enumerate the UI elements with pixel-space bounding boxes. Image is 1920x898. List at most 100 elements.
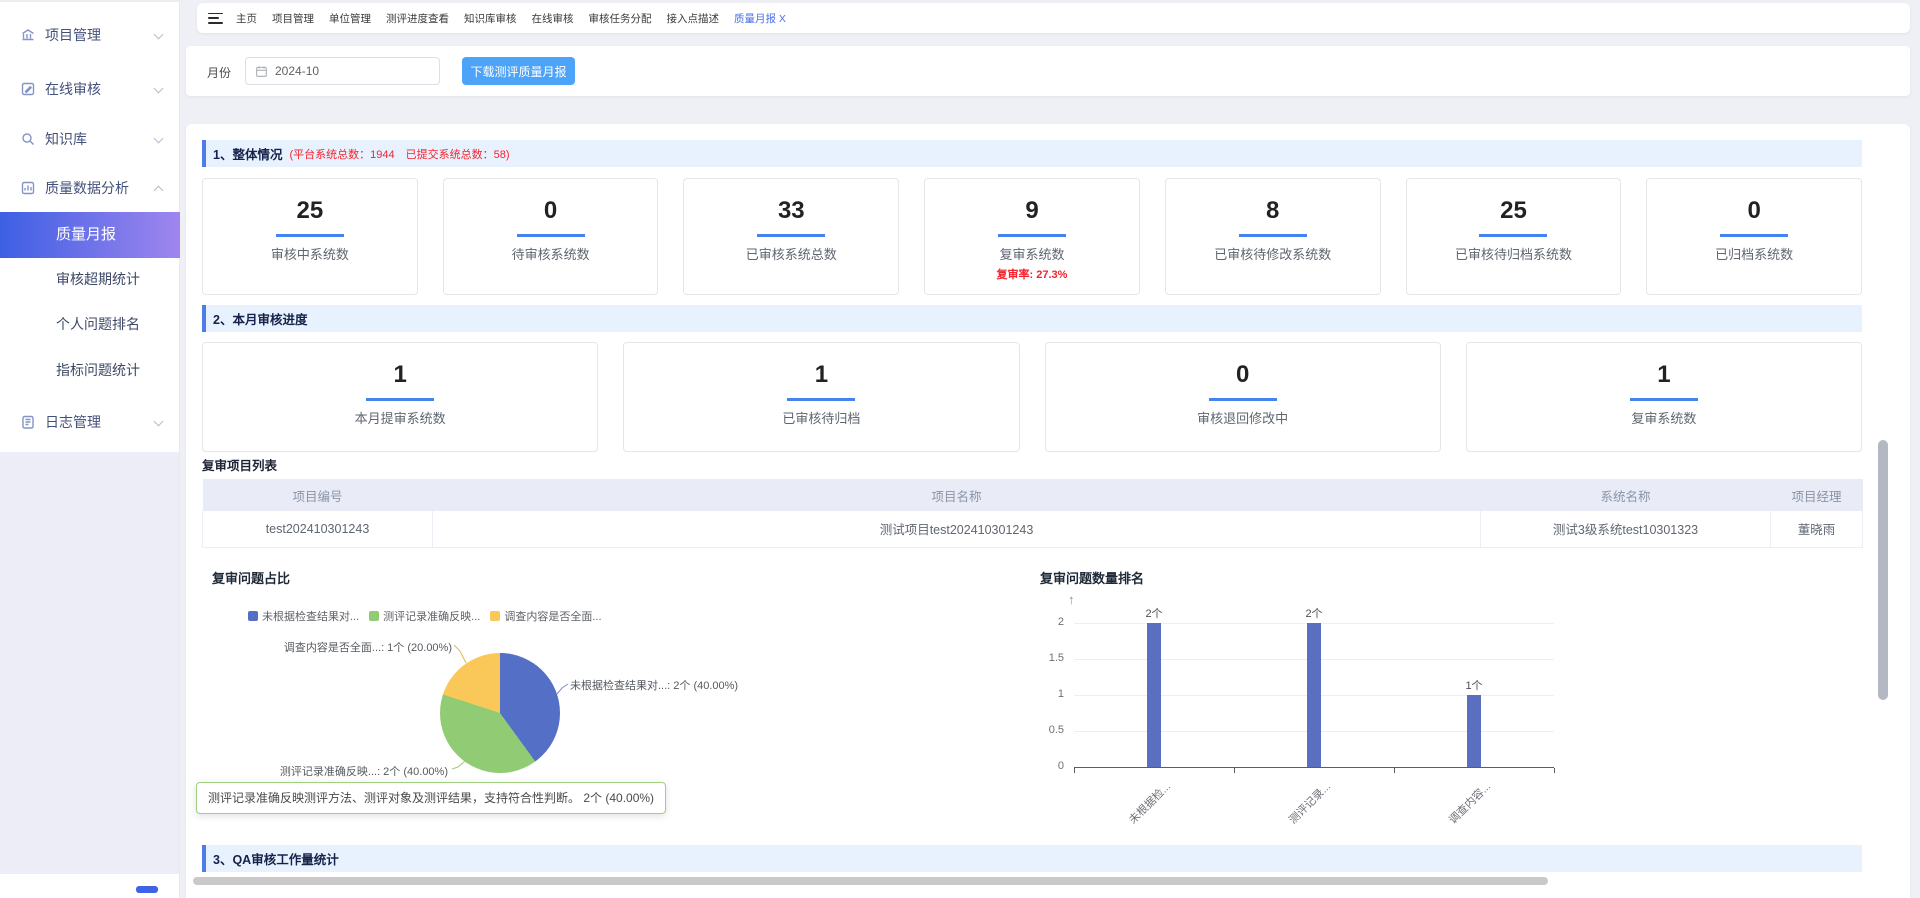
download-report-button[interactable]: 下载测评质量月报 <box>462 57 575 85</box>
legend-swatch <box>248 611 258 621</box>
top-tab-bar: 主页 项目管理 单位管理 测评进度查看 知识库审核 在线审核 审核任务分配 接入… <box>197 3 1910 33</box>
tab-online-review[interactable]: 在线审核 <box>532 11 574 26</box>
sidebar-subitem-quality-monthly-report[interactable]: 质量月报 <box>0 212 180 258</box>
section-1-title: 1、整体情况 <box>213 144 282 163</box>
sidebar-subitem-label: 质量月报 <box>56 226 116 243</box>
horizontal-scrollbar-thumb[interactable] <box>193 877 1548 885</box>
stat-label: 审核退回修改中 <box>1046 411 1440 427</box>
bar-not-per-check[interactable] <box>1147 623 1161 767</box>
month-picker[interactable] <box>245 57 440 85</box>
sidebar-subitem-personal-issue-rank[interactable]: 个人问题排名 <box>0 309 180 339</box>
stat-label: 本月提审系统数 <box>203 411 597 427</box>
sidebar-item-knowledge-base[interactable]: 知识库 <box>0 124 180 154</box>
x-tick <box>1074 768 1075 773</box>
sidebar-item-quality-analysis[interactable]: 质量数据分析 <box>0 173 180 203</box>
section-1-note: (平台系统总数：1944 已提交系统总数：58) <box>289 146 509 162</box>
cell-project-name: 测试项目test202410301243 <box>433 511 1481 547</box>
sidebar-item-label: 项目管理 <box>45 20 101 50</box>
bar-value-label: 1个 <box>1444 677 1504 693</box>
sidebar-item-log-mgmt[interactable]: 日志管理 <box>0 407 180 437</box>
stat-value: 33 <box>684 197 898 225</box>
stat-underline <box>1239 234 1307 237</box>
stat-label: 已审核待归档 <box>624 411 1018 427</box>
section-2-header: 2、本月审核进度 <box>202 305 1862 332</box>
edit-icon <box>20 81 36 97</box>
tab-access-point[interactable]: 接入点描述 <box>667 11 720 26</box>
stat-value: 0 <box>1647 197 1861 225</box>
sidebar-subitem-label: 指标问题统计 <box>56 362 140 378</box>
table-row[interactable]: test202410301243 测试项目test202410301243 测试… <box>203 511 1863 547</box>
pie-callout-not-per-check: 未根据检查结果对...: 2个 (40.00%) <box>570 677 738 693</box>
sidebar-item-project-mgmt[interactable]: 项目管理 <box>0 20 180 50</box>
month-input[interactable] <box>275 64 405 78</box>
sidebar-hscroll-thumb[interactable] <box>136 886 158 893</box>
pie-graphic[interactable] <box>440 653 560 773</box>
legend-label: 调查内容是否全面... <box>504 608 601 624</box>
report-panel: 1、整体情况 (平台系统总数：1944 已提交系统总数：58) 25 审核中系统… <box>186 124 1910 898</box>
sidebar: 项目管理 在线审核 知识库 质量数据分析 质量月报 审核超期统计 个人问题排名 … <box>0 0 180 898</box>
section-2-title: 2、本月审核进度 <box>213 309 307 328</box>
vertical-scrollbar-thumb[interactable] <box>1878 440 1888 700</box>
sidebar-empty-area <box>0 452 179 874</box>
menu-collapse-icon[interactable] <box>208 13 223 24</box>
stat-value: 1 <box>1467 361 1861 389</box>
col-project-id: 项目编号 <box>203 479 433 511</box>
stat-value: 1 <box>203 361 597 389</box>
section-3-header: 3、QA审核工作量统计 <box>202 845 1862 872</box>
tab-home[interactable]: 主页 <box>236 11 257 26</box>
pie-tooltip: 测评记录准确反映测评方法、测评对象及测评结果，支持符合性判断。 2个 (40.0… <box>196 782 666 814</box>
sidebar-subitem-indicator-issue-stats[interactable]: 指标问题统计 <box>0 355 180 385</box>
stat-card: 0 待审核系统数 <box>443 178 659 295</box>
stat-underline <box>1209 398 1277 401</box>
review-rate-note: 复审率: 27.3% <box>925 266 1139 282</box>
search-icon <box>20 131 36 147</box>
tab-close-icon[interactable]: X <box>779 13 786 25</box>
pie-chart-review-issue-ratio: 复审问题占比 未根据检查结果对... 测评记录准确反映... 调查内容是否全面.… <box>202 560 1002 845</box>
sidebar-item-label: 日志管理 <box>45 407 101 437</box>
y-tick-label: 1.5 <box>1024 652 1064 664</box>
stat-value: 25 <box>1407 197 1621 225</box>
sidebar-item-label: 在线审核 <box>45 74 101 104</box>
stat-label: 待审核系统数 <box>444 247 658 263</box>
sidebar-subitem-overdue-stats[interactable]: 审核超期统计 <box>0 264 180 294</box>
overview-cards-row: 25 审核中系统数 0 待审核系统数 33 已审核系统总数 9 复审系统数 复审… <box>202 178 1862 295</box>
tab-task-assign[interactable]: 审核任务分配 <box>589 11 652 26</box>
cell-system-name: 测试3级系统test10301323 <box>1481 511 1771 547</box>
y-tick-label: 2 <box>1024 616 1064 628</box>
legend-item[interactable]: 未根据检查结果对... <box>248 608 359 624</box>
sidebar-subitem-label: 个人问题排名 <box>56 316 140 332</box>
chevron-down-icon <box>154 417 164 427</box>
cell-project-manager: 董晓雨 <box>1771 511 1863 547</box>
chevron-down-icon <box>154 84 164 94</box>
pie-chart-title: 复审问题占比 <box>212 568 290 587</box>
month-label: 月份 <box>207 64 231 81</box>
legend-label: 未根据检查结果对... <box>262 608 359 624</box>
x-category-label: 未根据检... <box>1125 778 1174 827</box>
stat-card: 25 审核中系统数 <box>202 178 418 295</box>
legend-item[interactable]: 调查内容是否全面... <box>490 608 601 624</box>
stat-underline <box>517 234 585 237</box>
legend-item[interactable]: 测评记录准确反映... <box>369 608 480 624</box>
calendar-icon <box>255 65 268 78</box>
y-tick-label: 1 <box>1024 688 1064 700</box>
stat-label: 审核中系统数 <box>203 247 417 263</box>
bar-chart-title: 复审问题数量排名 <box>1040 568 1144 587</box>
bar-value-label: 2个 <box>1124 605 1184 621</box>
bar-record[interactable] <box>1307 623 1321 767</box>
stat-underline <box>757 234 825 237</box>
stat-underline <box>787 398 855 401</box>
tab-quality-monthly-active[interactable]: 质量月报 X <box>734 11 786 26</box>
tab-unit-mgmt[interactable]: 单位管理 <box>329 11 371 26</box>
x-tick <box>1234 768 1235 773</box>
sidebar-item-label: 知识库 <box>45 124 87 154</box>
x-axis-line <box>1074 767 1554 768</box>
tab-kb-review[interactable]: 知识库审核 <box>464 11 517 26</box>
tab-project-mgmt[interactable]: 项目管理 <box>272 11 314 26</box>
bar-survey[interactable] <box>1467 695 1481 767</box>
stat-underline <box>1720 234 1788 237</box>
section-1-header: 1、整体情况 (平台系统总数：1944 已提交系统总数：58) <box>202 140 1862 167</box>
tab-progress-view[interactable]: 测评进度查看 <box>386 11 449 26</box>
review-table-title: 复审项目列表 <box>202 455 277 474</box>
col-system-name: 系统名称 <box>1481 479 1771 511</box>
sidebar-item-online-review[interactable]: 在线审核 <box>0 74 180 104</box>
